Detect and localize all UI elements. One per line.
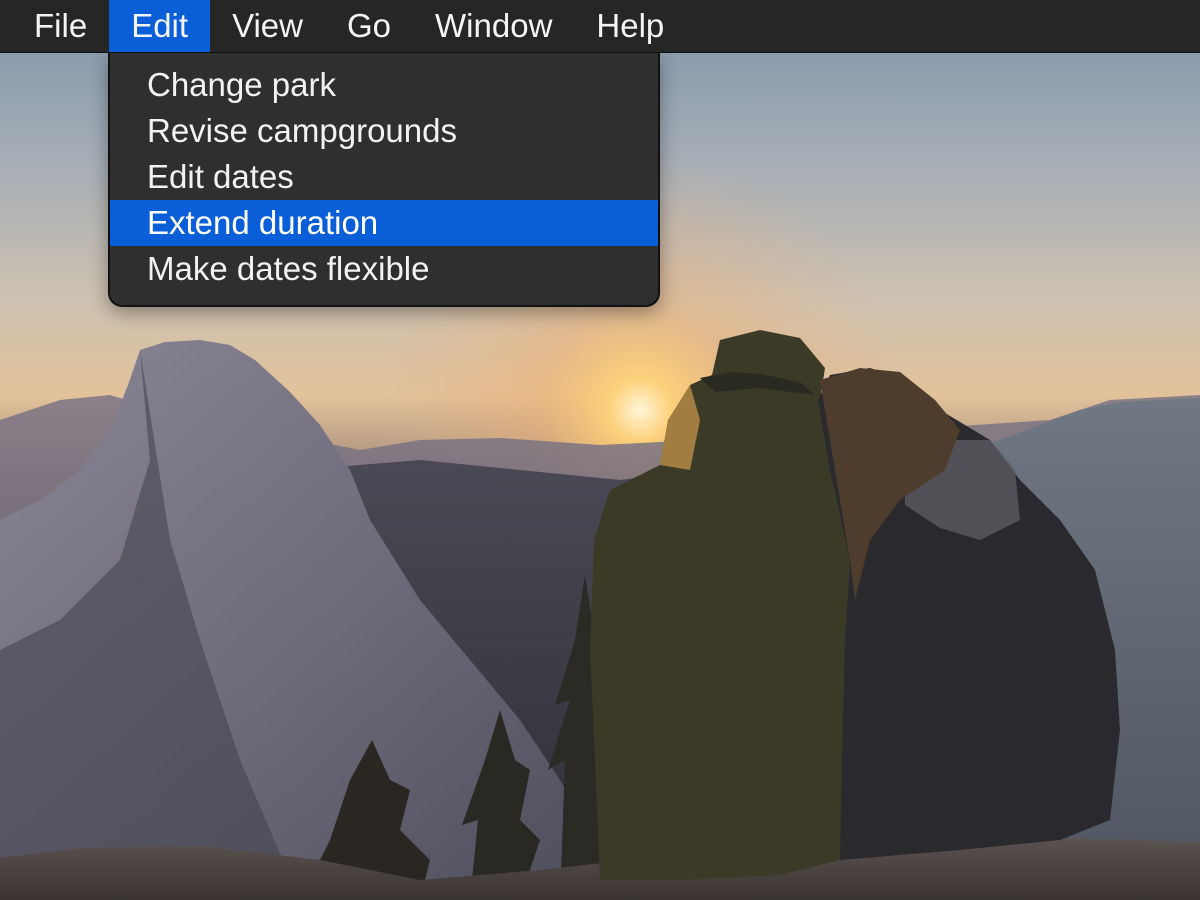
menu-item-change-park[interactable]: Change park [110, 62, 658, 108]
menu-item-extend-duration[interactable]: Extend duration [110, 200, 658, 246]
menu-item-edit-dates[interactable]: Edit dates [110, 154, 658, 200]
menu-help[interactable]: Help [574, 0, 686, 52]
menu-file[interactable]: File [0, 0, 109, 52]
desktop-wallpaper: File Edit View Go Window Help Change par… [0, 0, 1200, 900]
menu-go[interactable]: Go [325, 0, 413, 52]
menu-edit[interactable]: Edit [109, 0, 211, 52]
edit-menu-dropdown: Change park Revise campgrounds Edit date… [108, 53, 660, 307]
menu-item-revise-campgrounds[interactable]: Revise campgrounds [110, 108, 658, 154]
menu-view[interactable]: View [210, 0, 325, 52]
menu-item-make-dates-flexible[interactable]: Make dates flexible [110, 246, 658, 292]
menu-window[interactable]: Window [413, 0, 574, 52]
menu-bar: File Edit View Go Window Help [0, 0, 1200, 53]
